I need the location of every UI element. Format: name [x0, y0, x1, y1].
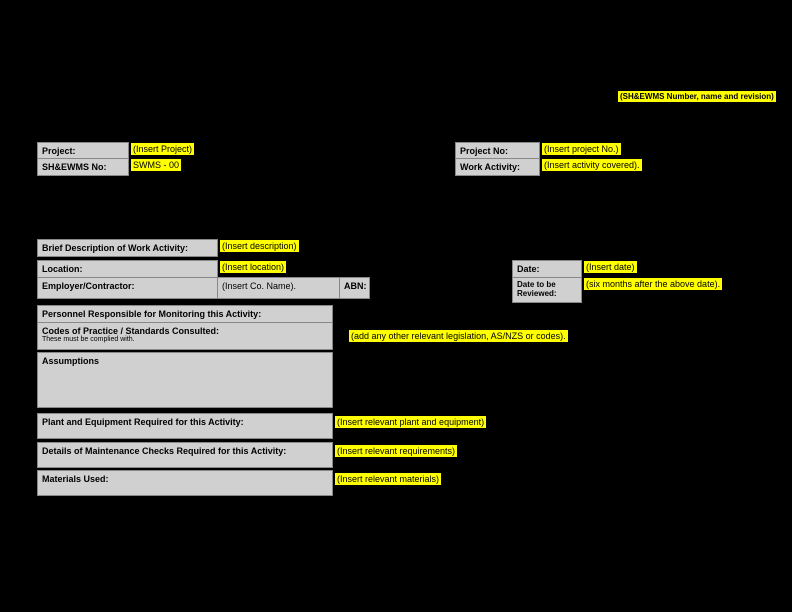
codes-label: Codes of Practice / Standards Consulted:…: [37, 322, 333, 350]
codes-label-main: Codes of Practice / Standards Consulted:: [42, 326, 219, 336]
codes-value: (add any other relevant legislation, AS/…: [347, 329, 570, 343]
location-value: (Insert location): [218, 260, 288, 278]
date-row: Date: (Insert date): [512, 260, 639, 278]
plant-label: Plant and Equipment Required for this Ac…: [37, 413, 333, 439]
maintenance-row: Details of Maintenance Checks Required f…: [37, 442, 459, 468]
description-label: Brief Description of Work Activity:: [37, 239, 218, 257]
assumptions-label: Assumptions: [37, 352, 333, 408]
description-value: (Insert description): [218, 239, 301, 257]
personnel-label: Personnel Responsible for Monitoring thi…: [37, 305, 333, 323]
review-value: (six months after the above date).: [582, 277, 724, 303]
maintenance-value: (Insert relevant requirements): [333, 444, 459, 458]
revision-note-text: (SH&EWMS Number, name and revision): [618, 91, 776, 102]
plant-value: (Insert relevant plant and equipment): [333, 415, 488, 429]
location-label: Location:: [37, 260, 218, 278]
assumptions-row: Assumptions: [37, 352, 333, 408]
header-revision-note: (SH&EWMS Number, name and revision): [618, 91, 776, 102]
date-label: Date:: [512, 260, 582, 278]
review-label: Date to be Reviewed:: [512, 277, 582, 303]
employer-co-name: (Insert Co. Name).: [218, 277, 340, 299]
shewms-row: SH&EWMS No: SWMS - 00: [37, 158, 183, 176]
employer-label: Employer/Contractor:: [37, 277, 218, 299]
codes-sublabel: These must be complied with.: [42, 336, 328, 343]
location-row: Location: (Insert location): [37, 260, 288, 278]
work-activity-label: Work Activity:: [455, 158, 540, 176]
employer-row: Employer/Contractor: (Insert Co. Name). …: [37, 277, 370, 299]
materials-label: Materials Used:: [37, 470, 333, 496]
codes-row: Codes of Practice / Standards Consulted:…: [37, 322, 570, 350]
personnel-row: Personnel Responsible for Monitoring thi…: [37, 305, 333, 323]
materials-row: Materials Used: (Insert relevant materia…: [37, 470, 443, 496]
work-activity-row: Work Activity: (Insert activity covered)…: [455, 158, 644, 176]
materials-value: (Insert relevant materials): [333, 472, 443, 486]
date-value: (Insert date): [582, 260, 639, 278]
review-row: Date to be Reviewed: (six months after t…: [512, 277, 724, 303]
plant-row: Plant and Equipment Required for this Ac…: [37, 413, 488, 439]
description-row: Brief Description of Work Activity: (Ins…: [37, 239, 301, 257]
shewms-label: SH&EWMS No:: [37, 158, 129, 176]
work-activity-value: (Insert activity covered).: [540, 158, 644, 176]
shewms-value: SWMS - 00: [129, 158, 183, 176]
maintenance-label: Details of Maintenance Checks Required f…: [37, 442, 333, 468]
abn-label: ABN:: [340, 277, 370, 299]
